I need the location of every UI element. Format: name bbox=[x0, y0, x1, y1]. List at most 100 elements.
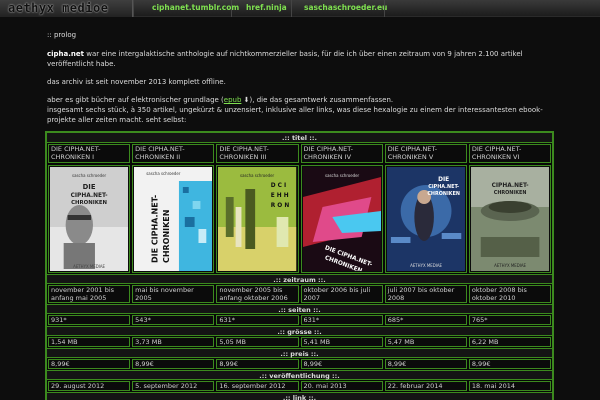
intro-paragraph-4: insgesamt sechs stück, à 350 artikel, un… bbox=[47, 106, 543, 124]
site-logo-text: aethyx medioe bbox=[8, 1, 109, 15]
section-header-preis: .:: preis ::. bbox=[47, 348, 552, 358]
svg-text:CIPHA.NET-: CIPHA.NET- bbox=[491, 182, 529, 189]
table-row-groesse: 1,54 MB 3,73 MB 5,05 MB 5,41 MB 5,47 MB … bbox=[47, 336, 552, 348]
seiten-cell: 543* bbox=[132, 315, 215, 325]
svg-text:R O N: R O N bbox=[271, 202, 289, 209]
veroeffentlichung-cell: 29. august 2012 bbox=[48, 381, 131, 391]
table-row-preis: 8,99€ 8,99€ 8,99€ 8,99€ 8,99€ 8,99€ bbox=[47, 358, 552, 370]
svg-text:CIPHA.NET-: CIPHA.NET- bbox=[71, 192, 109, 199]
book-cover-cell[interactable]: CIPHA.NET- CHRONIKEN AETHYX MEDIAE bbox=[468, 165, 552, 273]
book-cover-cell[interactable]: sascha schroeder DIE CIPHA.NET- CHRONIKE… bbox=[48, 165, 131, 273]
svg-text:D C I: D C I bbox=[271, 182, 286, 189]
intro-paragraph-3-text-b: ⬇), die das gesamtwerk zusammenfassen. bbox=[241, 96, 394, 104]
section-header-zeitraum: .:: zeitraum ::. bbox=[47, 274, 552, 284]
nav-link-href-ninja[interactable]: href.ninja bbox=[246, 3, 287, 12]
book-cover-cell[interactable]: sascha schroeder DIE CIPHA.NET- CHRONIKE… bbox=[132, 165, 215, 273]
section-header-link: .:: link ::. bbox=[47, 392, 552, 400]
veroeffentlichung-cell: 5. september 2012 bbox=[132, 381, 215, 391]
groesse-cell: 3,73 MB bbox=[132, 337, 215, 347]
zeitraum-cell: oktober 2006 bis juli 2007 bbox=[300, 285, 383, 303]
section-header-groesse: .:: grösse ::. bbox=[47, 326, 552, 336]
svg-text:DIE: DIE bbox=[83, 183, 96, 191]
zeitraum-cell: november 2001 bis anfang mai 2005 bbox=[48, 285, 131, 303]
nav-divider bbox=[384, 0, 385, 17]
book-title-cell: DIE CIPHA.NET-CHRONIKEN VI bbox=[468, 144, 552, 163]
section-header-titel: .:: titel ::. bbox=[47, 133, 552, 143]
table-row-zeitraum: november 2001 bis anfang mai 2005 mai bi… bbox=[47, 284, 552, 304]
svg-text:CHRONIKEN: CHRONIKEN bbox=[427, 191, 460, 197]
veroeffentlichung-cell: 16. september 2012 bbox=[216, 381, 299, 391]
svg-text:CIPHA.NET-: CIPHA.NET- bbox=[428, 184, 459, 190]
svg-text:AETHYX MEDIAE: AETHYX MEDIAE bbox=[73, 264, 105, 269]
table-row-covers: sascha schroeder DIE CIPHA.NET- CHRONIKE… bbox=[47, 164, 552, 274]
table-row-seiten: 931* 543* 631* 631* 685* 765* bbox=[47, 314, 552, 326]
svg-text:DIE: DIE bbox=[438, 176, 449, 183]
nav-link-ciphanet-tumblr[interactable]: ciphanet.tumblr.com bbox=[152, 3, 239, 12]
groesse-cell: 1,54 MB bbox=[48, 337, 131, 347]
nav-divider bbox=[231, 0, 232, 17]
preis-cell: 8,99€ bbox=[468, 359, 552, 369]
groesse-cell: 5,47 MB bbox=[384, 337, 467, 347]
groesse-cell: 5,41 MB bbox=[300, 337, 383, 347]
zeitraum-cell: mai bis november 2005 bbox=[132, 285, 215, 303]
book-title-cell: DIE CIPHA.NET-CHRONIKEN V bbox=[384, 144, 467, 163]
svg-text:sascha schroeder: sascha schroeder bbox=[72, 173, 106, 178]
svg-text:AETHYX MEDIAE: AETHYX MEDIAE bbox=[410, 263, 442, 268]
seiten-cell: 631* bbox=[300, 315, 383, 325]
section-header-seiten: .:: seiten ::. bbox=[47, 304, 552, 314]
section-header-veroeffentlichung: .:: veröffentlichung ::. bbox=[47, 370, 552, 380]
book-title-cell: DIE CIPHA.NET-CHRONIKEN II bbox=[132, 144, 215, 163]
nav-link-saschaschroeder[interactable]: saschaschroeder.eu bbox=[304, 3, 387, 12]
book-cover-4[interactable]: sascha schroeder DIE CIPHA.NET- CHRONIKE… bbox=[302, 167, 381, 271]
nav-divider bbox=[133, 0, 134, 17]
seiten-cell: 765* bbox=[468, 315, 552, 325]
svg-text:sascha schroeder: sascha schroeder bbox=[146, 171, 180, 176]
top-navigation-bar: aethyx medioe ciphanet.tumblr.com href.n… bbox=[0, 0, 600, 17]
site-logo[interactable]: aethyx medioe bbox=[0, 0, 133, 17]
veroeffentlichung-cell: 20. mai 2013 bbox=[300, 381, 383, 391]
book-cover-1[interactable]: sascha schroeder DIE CIPHA.NET- CHRONIKE… bbox=[50, 167, 129, 271]
preis-cell: 8,99€ bbox=[48, 359, 131, 369]
intro-section: :: prolog cipha.net war eine intergalakt… bbox=[47, 30, 557, 133]
preis-cell: 8,99€ bbox=[132, 359, 215, 369]
book-cover-3[interactable]: sascha schroeder D C I E H H R O N bbox=[218, 167, 297, 271]
svg-text:AETHYX MEDIAE: AETHYX MEDIAE bbox=[494, 263, 526, 268]
preis-cell: 8,99€ bbox=[216, 359, 299, 369]
nav-divider bbox=[291, 0, 292, 17]
epub-link[interactable]: epub bbox=[224, 96, 242, 104]
preis-cell: 8,99€ bbox=[300, 359, 383, 369]
book-cover-6[interactable]: CIPHA.NET- CHRONIKEN AETHYX MEDIAE bbox=[470, 167, 550, 271]
svg-text:DIE CIPHA.NET-: DIE CIPHA.NET- bbox=[151, 195, 160, 263]
seiten-cell: 931* bbox=[48, 315, 131, 325]
veroeffentlichung-cell: 22. februar 2014 bbox=[384, 381, 467, 391]
intro-paragraph-1-text: war eine intergalaktische anthologie auf… bbox=[47, 50, 523, 68]
intro-paragraph-2: das archiv ist seit november 2013 komple… bbox=[47, 78, 226, 86]
prolog-heading: :: prolog bbox=[47, 31, 77, 39]
svg-text:CHRONIKEN: CHRONIKEN bbox=[71, 200, 107, 206]
intro-paragraph-1: cipha.net war eine intergalaktische anth… bbox=[47, 49, 557, 69]
intro-paragraph-3-text-a: aber es gibt bücher auf elektronischer g… bbox=[47, 96, 224, 104]
book-cover-2[interactable]: sascha schroeder DIE CIPHA.NET- CHRONIKE… bbox=[134, 167, 213, 271]
svg-text:sascha schroeder: sascha schroeder bbox=[325, 173, 359, 178]
svg-text:CHRONIKEN: CHRONIKEN bbox=[494, 190, 527, 196]
seiten-cell: 631* bbox=[216, 315, 299, 325]
svg-text:sascha schroeder: sascha schroeder bbox=[240, 173, 274, 178]
veroeffentlichung-cell: 18. mai 2014 bbox=[468, 381, 552, 391]
intro-paragraph-3: aber es gibt bücher auf elektronischer g… bbox=[47, 95, 557, 105]
seiten-cell: 685* bbox=[384, 315, 467, 325]
cipha-net-name: cipha.net bbox=[47, 50, 85, 58]
book-cover-cell[interactable]: sascha schroeder DIE CIPHA.NET- CHRONIKE… bbox=[300, 165, 383, 273]
book-table: .:: titel ::. DIE CIPHA.NET-CHRONIKEN I … bbox=[45, 131, 554, 400]
book-title-cell: DIE CIPHA.NET-CHRONIKEN I bbox=[48, 144, 131, 163]
book-title-cell: DIE CIPHA.NET-CHRONIKEN III bbox=[216, 144, 299, 163]
book-cover-cell[interactable]: DIE CIPHA.NET- CHRONIKEN AETHYX MEDIAE bbox=[384, 165, 467, 273]
book-cover-5[interactable]: DIE CIPHA.NET- CHRONIKEN AETHYX MEDIAE bbox=[386, 167, 465, 271]
book-cover-cell[interactable]: sascha schroeder D C I E H H R O N bbox=[216, 165, 299, 273]
zeitraum-cell: juli 2007 bis oktober 2008 bbox=[384, 285, 467, 303]
svg-text:CHRONIKEN: CHRONIKEN bbox=[162, 210, 171, 263]
preis-cell: 8,99€ bbox=[384, 359, 467, 369]
svg-text:E H H: E H H bbox=[271, 192, 289, 199]
book-title-cell: DIE CIPHA.NET-CHRONIKEN IV bbox=[300, 144, 383, 163]
groesse-cell: 6,22 MB bbox=[468, 337, 552, 347]
table-row-veroeffentlichung: 29. august 2012 5. september 2012 16. se… bbox=[47, 380, 552, 392]
